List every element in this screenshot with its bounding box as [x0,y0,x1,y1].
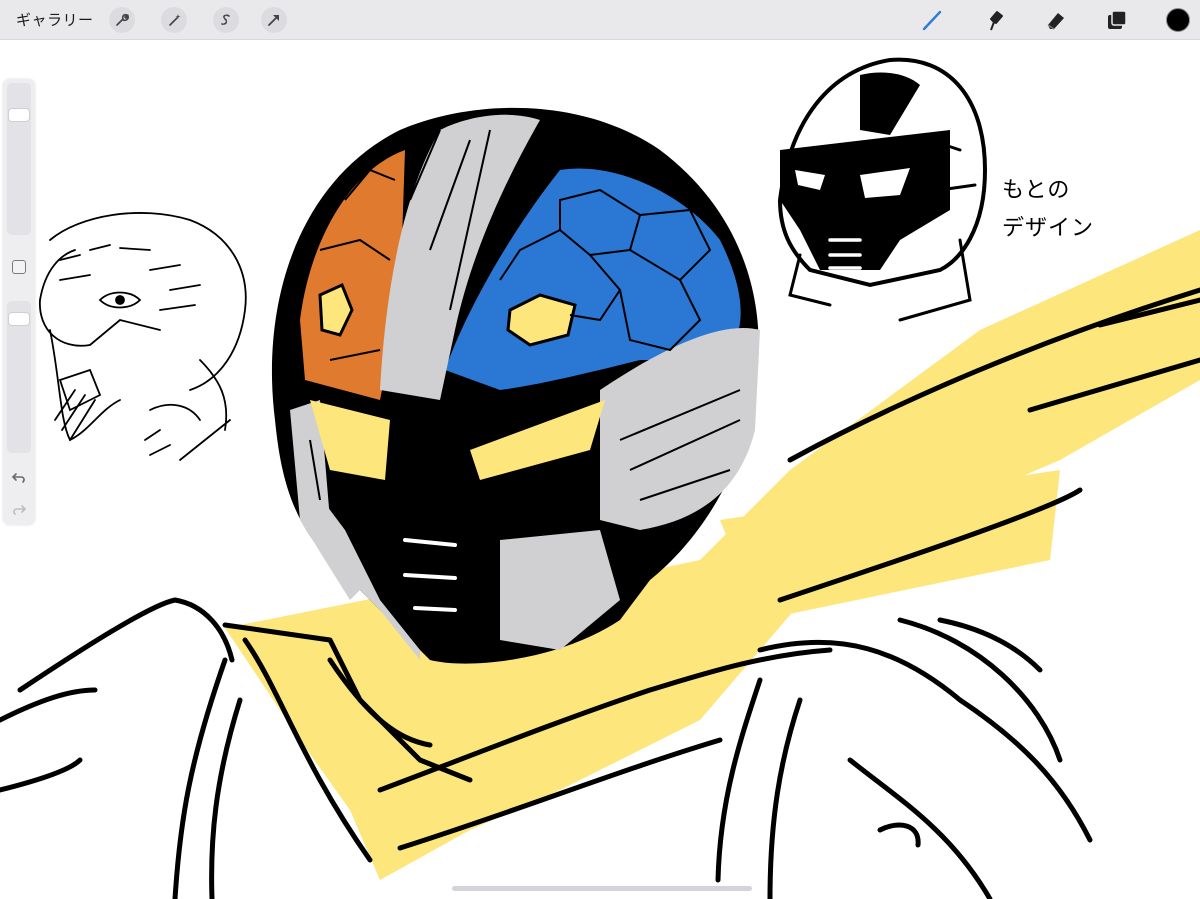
transform-arrow-icon[interactable] [261,7,287,33]
original-helmet-sketch [777,57,988,322]
artwork [0,57,1200,899]
drawing-canvas[interactable]: もとの デザイン [0,40,1200,899]
undo-icon[interactable] [8,467,30,489]
magic-wand-icon[interactable] [161,7,187,33]
selection-s-icon[interactable] [213,7,239,33]
eraser-icon[interactable] [1042,6,1070,34]
original-design-note: もとの デザイン [1002,172,1094,248]
redo-icon[interactable] [8,499,30,521]
layers-icon[interactable] [1103,6,1131,34]
opacity-slider[interactable] [7,301,31,453]
note-line: デザイン [1002,216,1095,241]
brush-icon[interactable] [918,6,946,34]
brush-size-slider[interactable] [7,83,31,235]
left-sidebar [3,79,35,525]
gallery-button[interactable]: ギャラリー [16,9,94,30]
top-toolbar: ギャラリー [0,0,1200,40]
brush-size-thumb[interactable] [8,107,30,122]
opacity-thumb[interactable] [8,311,30,326]
color-swatch[interactable] [1166,8,1190,32]
wrench-icon[interactable] [109,7,135,33]
home-indicator [452,886,752,891]
smudge-icon[interactable] [980,6,1008,34]
note-line: もとの [1002,178,1071,203]
modify-button[interactable] [12,260,26,274]
creature-sketch [39,212,247,461]
